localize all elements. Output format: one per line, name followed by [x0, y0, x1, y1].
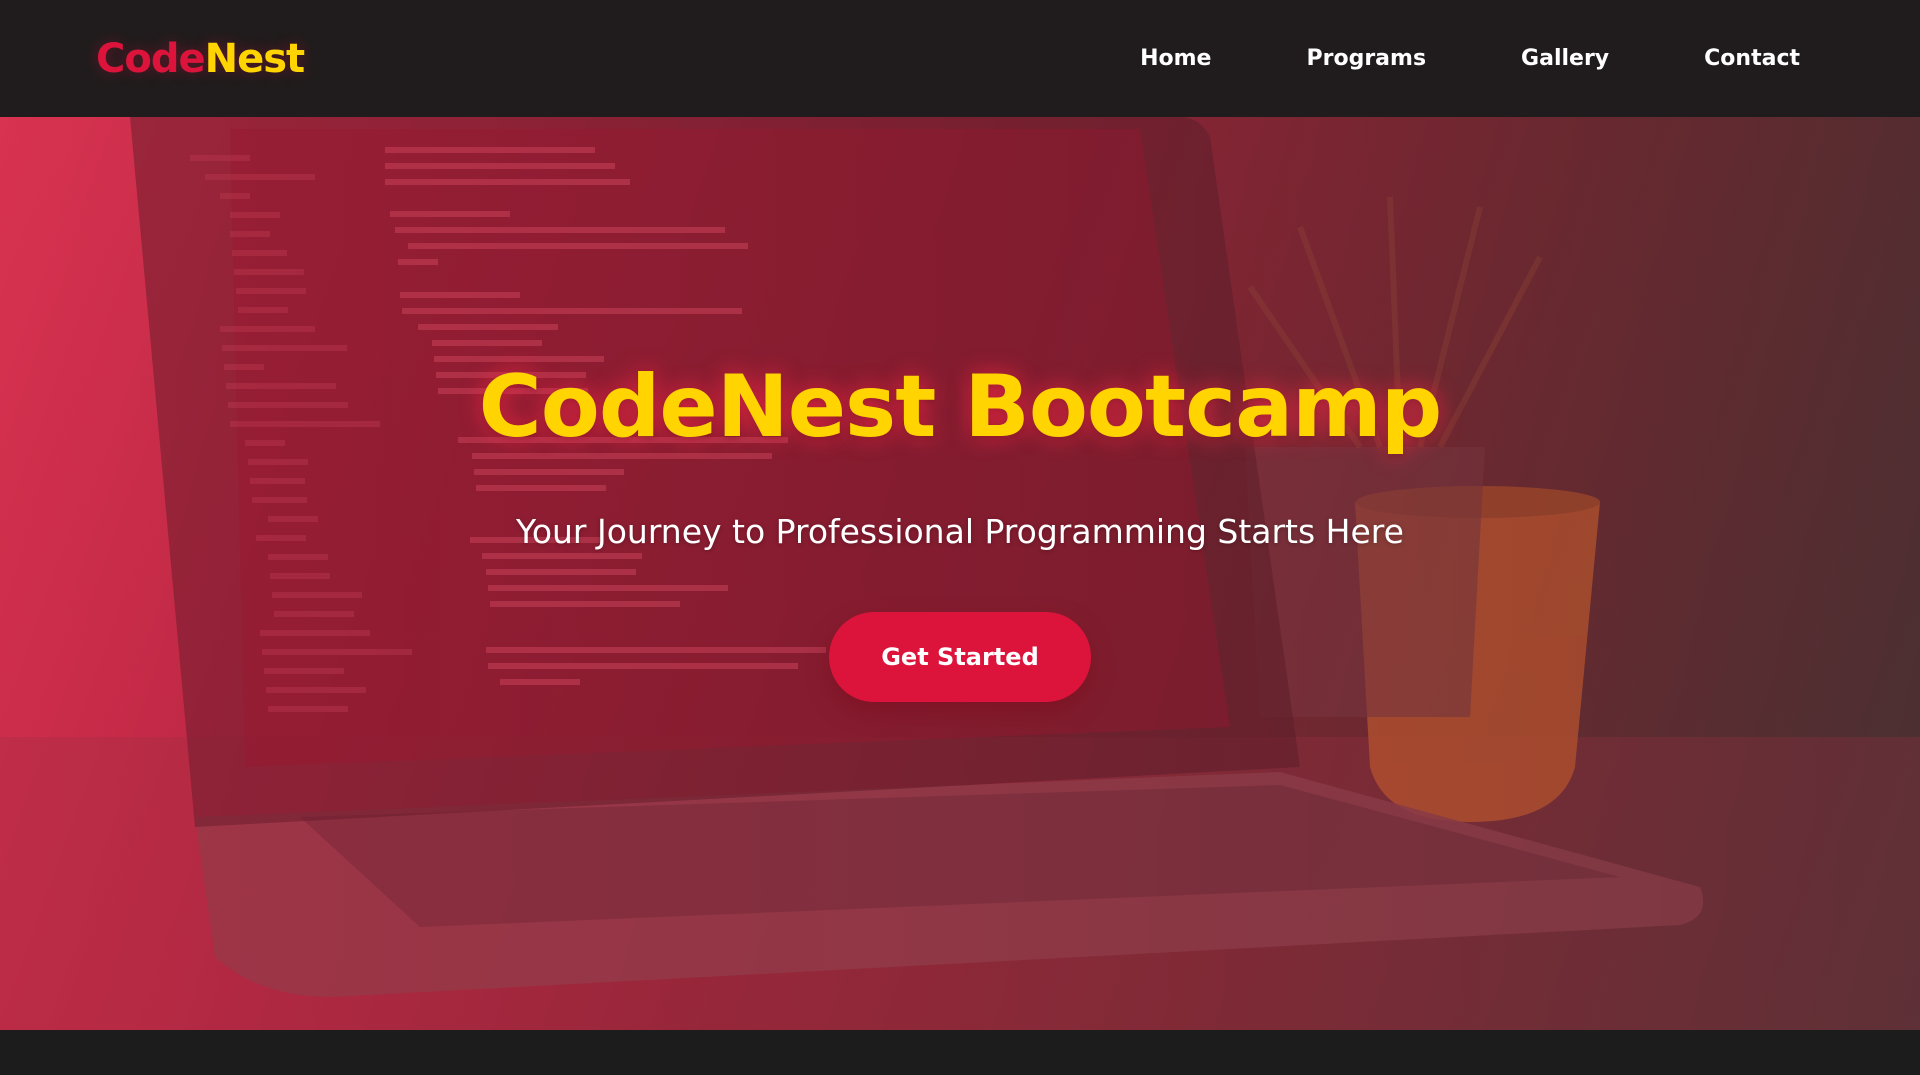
hero-section: CodeNest Bootcamp Your Journey to Profes… [0, 117, 1920, 1030]
hero-content: CodeNest Bootcamp Your Journey to Profes… [0, 117, 1920, 1030]
nav-link-home[interactable]: Home [1140, 46, 1211, 71]
logo-part-code: Code [96, 35, 206, 82]
site-logo[interactable]: CodeNest [96, 35, 306, 82]
footer-strip [0, 1030, 1920, 1075]
logo-part-nest: Nest [204, 35, 306, 82]
nav-link-programs[interactable]: Programs [1306, 46, 1426, 71]
main-nav: Home Programs Gallery Contact [1045, 46, 1800, 71]
hero-subtitle: Your Journey to Professional Programming… [516, 512, 1404, 551]
nav-link-gallery[interactable]: Gallery [1521, 46, 1609, 71]
hero-title: CodeNest Bootcamp [478, 357, 1443, 457]
get-started-button[interactable]: Get Started [829, 612, 1091, 702]
nav-link-contact[interactable]: Contact [1704, 46, 1800, 71]
site-header: CodeNest Home Programs Gallery Contact [0, 0, 1920, 117]
